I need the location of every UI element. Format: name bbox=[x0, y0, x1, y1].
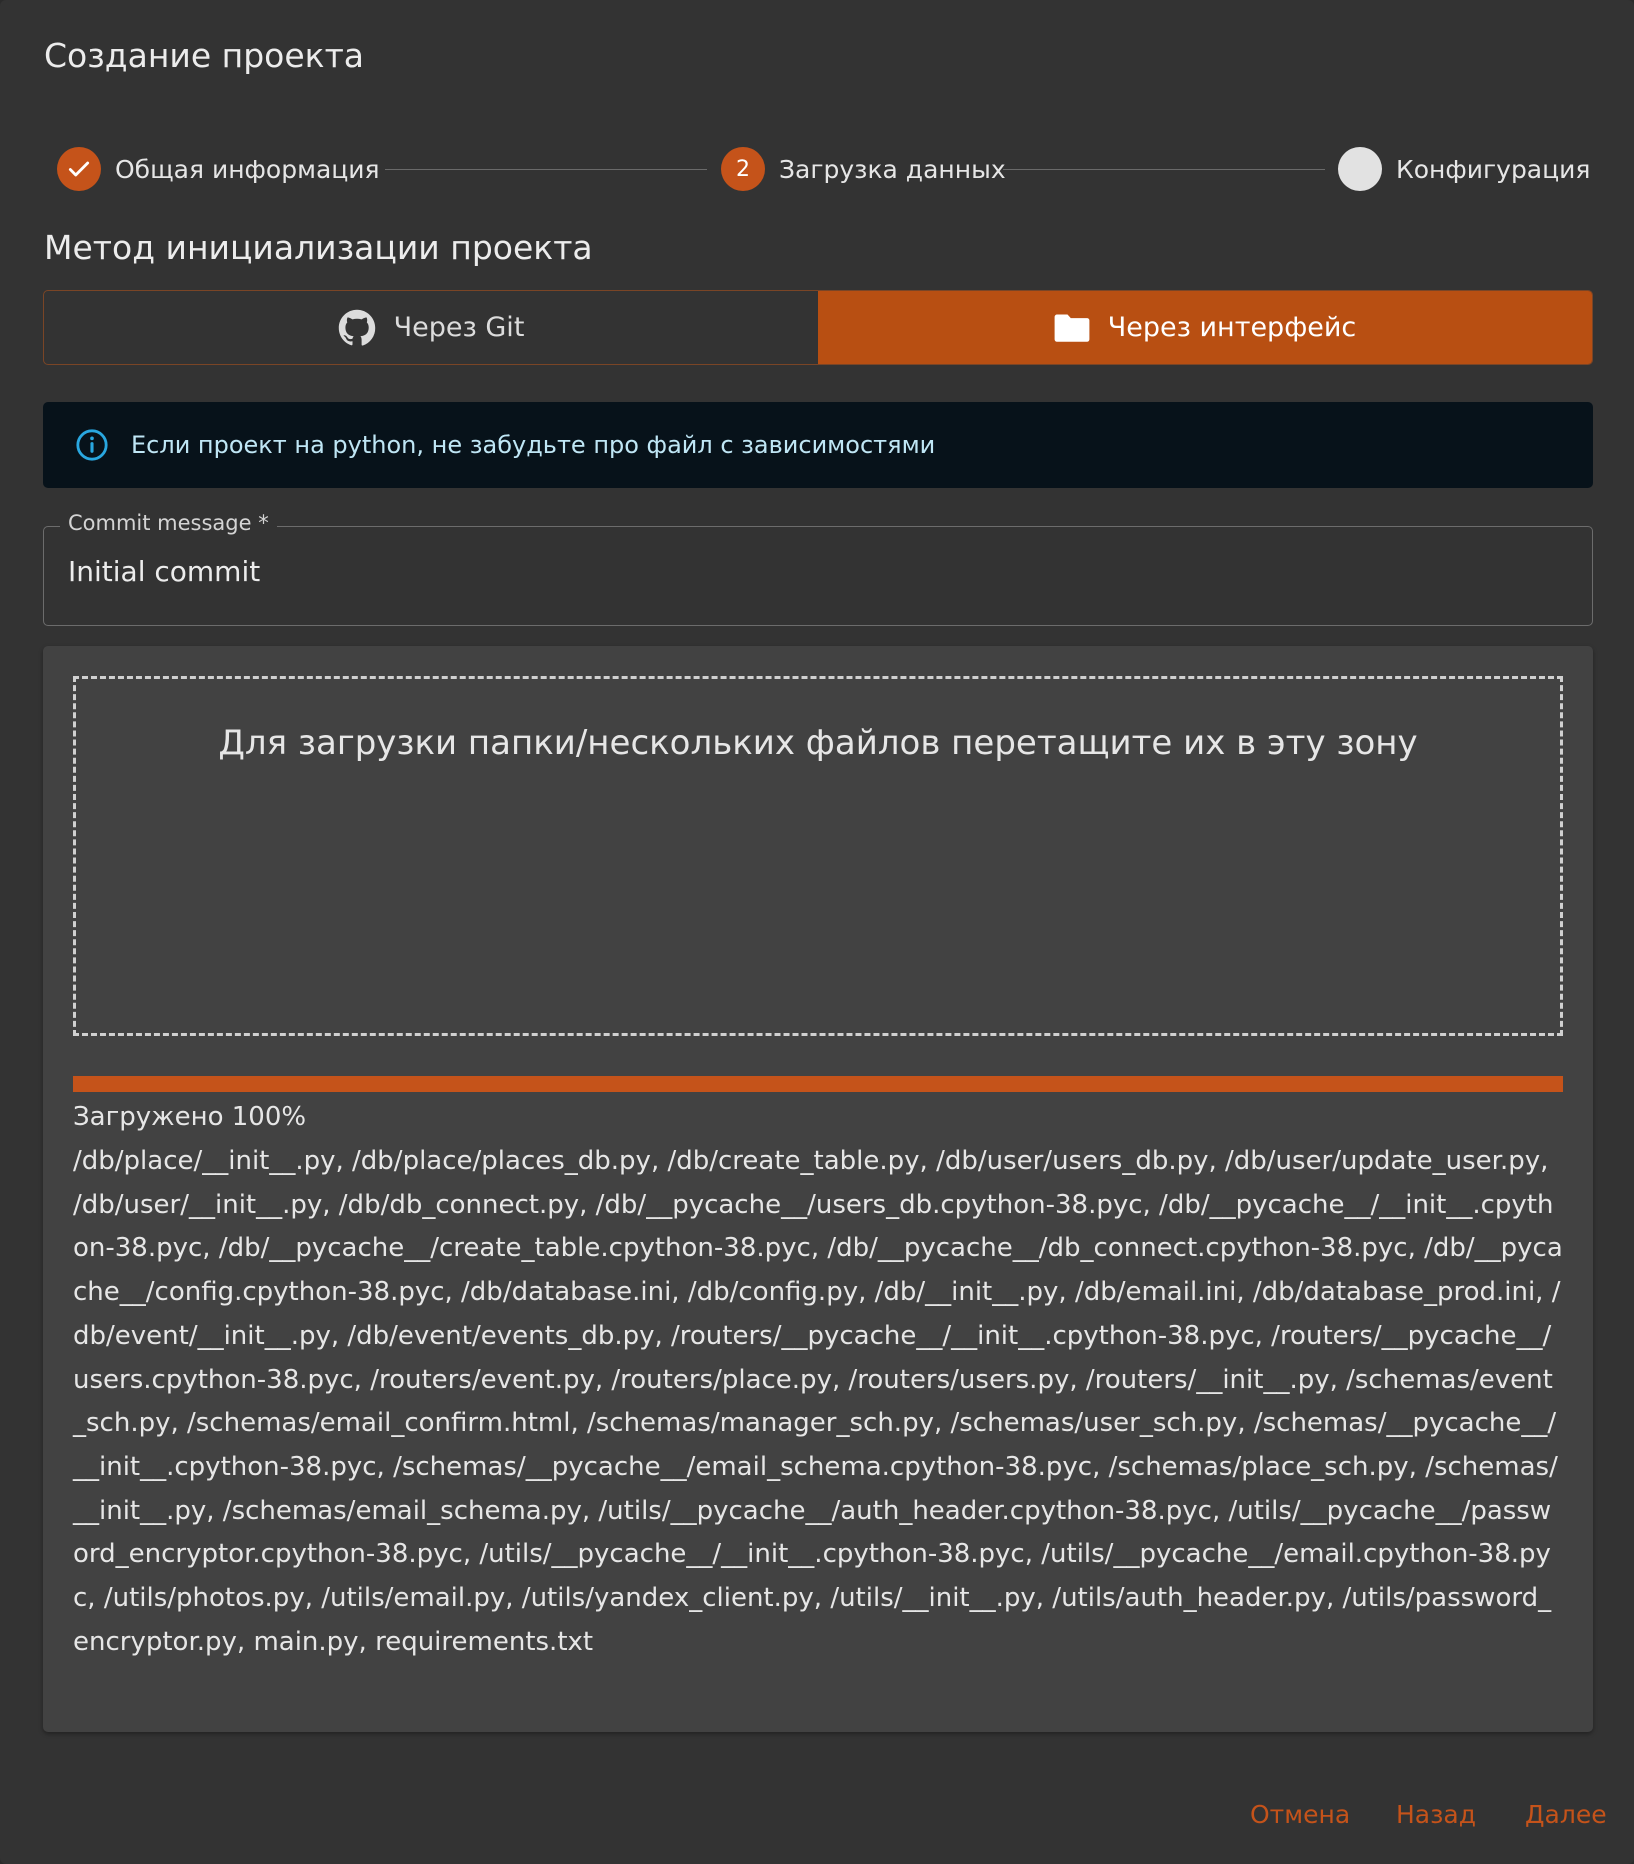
create-project-dialog: Создание проекта Общая информация 2 Загр… bbox=[0, 0, 1634, 1864]
via-interface-button[interactable]: Через интерфейс bbox=[818, 291, 1592, 364]
commit-message-field: Commit message * bbox=[43, 511, 1593, 626]
alert-text: Если проект на python, не забудьте про ф… bbox=[131, 431, 936, 459]
info-alert: Если проект на python, не забудьте про ф… bbox=[43, 402, 1593, 488]
back-button[interactable]: Назад bbox=[1396, 1800, 1476, 1829]
step-number: 2 bbox=[721, 147, 765, 191]
cancel-button[interactable]: Отмена bbox=[1250, 1800, 1350, 1829]
step-data-upload: 2 Загрузка данных bbox=[721, 146, 1006, 192]
via-git-button[interactable]: Через Git bbox=[44, 291, 818, 364]
commit-message-input[interactable] bbox=[68, 555, 1548, 588]
step-configuration: Конфигурация bbox=[1338, 146, 1590, 192]
step-general-info: Общая информация bbox=[57, 146, 380, 192]
upload-progress-bar bbox=[73, 1076, 1563, 1092]
check-icon bbox=[57, 147, 101, 191]
via-git-label: Через Git bbox=[393, 312, 525, 343]
info-icon bbox=[75, 428, 109, 462]
step-label: Загрузка данных bbox=[779, 154, 1006, 184]
upload-panel: Для загрузки папки/нескольких файлов пер… bbox=[43, 646, 1593, 1732]
init-method-toggle: Через Git Через интерфейс bbox=[43, 290, 1593, 365]
init-method-title: Метод инициализации проекта bbox=[44, 228, 593, 267]
uploaded-file-list: /db/place/__init__.py, /db/place/places_… bbox=[73, 1146, 1563, 1657]
step-label: Общая информация bbox=[115, 154, 380, 184]
dropzone-text: Для загрузки папки/нескольких файлов пер… bbox=[218, 723, 1418, 763]
file-dropzone[interactable]: Для загрузки папки/нескольких файлов пер… bbox=[73, 676, 1563, 1036]
next-button[interactable]: Далее bbox=[1525, 1800, 1607, 1829]
commit-message-label: Commit message * bbox=[60, 511, 277, 535]
upload-progress-fill bbox=[73, 1076, 1563, 1092]
step-connector bbox=[385, 169, 707, 170]
step-pending-circle bbox=[1338, 147, 1382, 191]
via-interface-label: Через интерфейс bbox=[1107, 312, 1357, 343]
github-icon bbox=[338, 309, 376, 347]
step-label: Конфигурация bbox=[1396, 154, 1591, 184]
step-connector bbox=[1003, 169, 1325, 170]
folder-icon bbox=[1054, 313, 1090, 343]
dialog-title: Создание проекта bbox=[44, 36, 365, 75]
upload-progress-label: Загружено 100% bbox=[73, 1102, 307, 1132]
